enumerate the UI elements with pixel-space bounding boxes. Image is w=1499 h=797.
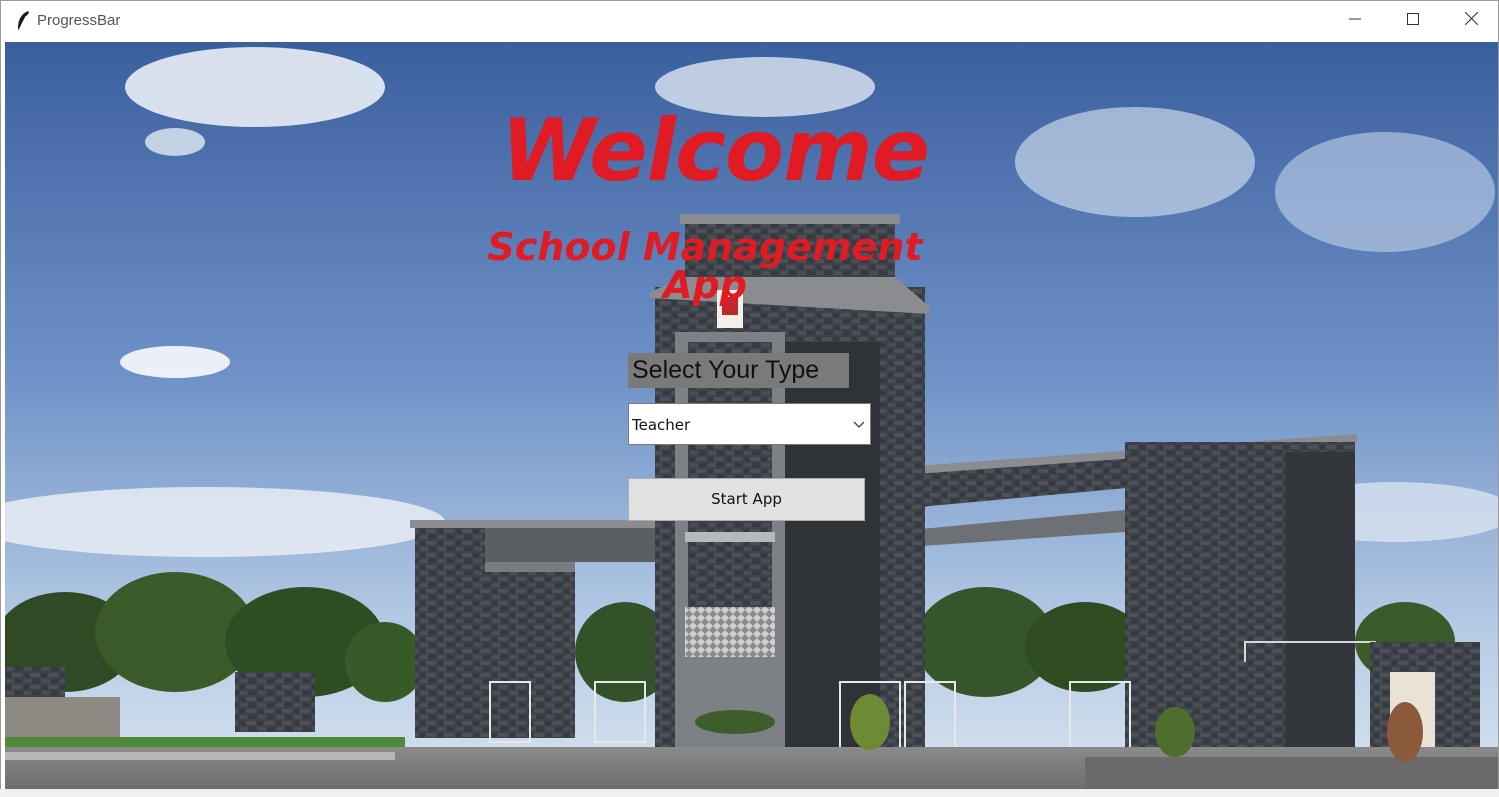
app-subtitle: School Management App [487,225,923,307]
close-button[interactable] [1442,1,1498,41]
start-app-button[interactable]: Start App [628,478,865,521]
chevron-down-icon[interactable] [852,417,866,431]
welcome-heading: Welcome [500,101,930,201]
title-bar[interactable]: ProgressBar [1,1,1498,41]
select-type-label: Select Your Type [628,353,849,388]
minimize-button[interactable] [1326,1,1384,41]
feather-icon [15,10,31,32]
bottom-edge [0,789,1499,797]
combobox-selected-value: Teacher [632,416,691,434]
client-area: Welcome School Management App Select You… [5,42,1498,790]
close-icon [1464,11,1478,30]
window-title: ProgressBar [37,12,121,29]
maximize-button[interactable] [1384,1,1442,41]
maximize-icon [1407,12,1419,30]
user-type-combobox[interactable]: Teacher [628,403,871,445]
minimize-icon [1349,12,1361,30]
app-window: ProgressBar Welcome School Management Ap… [0,0,1499,797]
